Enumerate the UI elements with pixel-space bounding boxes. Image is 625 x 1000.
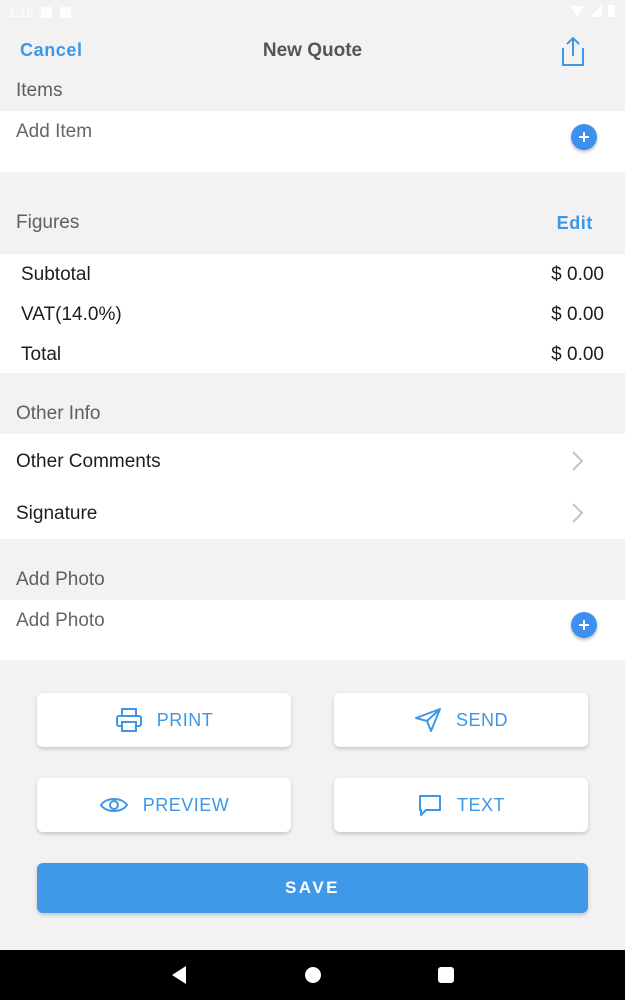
photo-panel: Add Photo <box>0 600 625 660</box>
other-info-header: Other Info <box>16 403 101 424</box>
items-panel: Add Item <box>0 111 625 172</box>
print-label: PRINT <box>156 709 214 730</box>
other-comments-label: Other Comments <box>16 451 161 472</box>
printer-icon <box>115 708 142 732</box>
wifi-icon <box>570 5 584 17</box>
share-icon[interactable] <box>557 34 589 68</box>
message-icon <box>418 795 441 816</box>
chevron-right-icon <box>572 503 584 523</box>
back-icon[interactable] <box>172 966 186 984</box>
total-value: $ 0.00 <box>551 344 604 365</box>
save-button[interactable]: SAVE <box>37 863 588 913</box>
status-time: 1:16 <box>8 5 34 20</box>
status-right <box>570 5 615 17</box>
figures-header: Figures <box>16 212 80 233</box>
add-photo-label[interactable]: Add Photo <box>16 610 105 632</box>
signature-label: Signature <box>16 503 98 524</box>
send-label: SEND <box>455 709 508 730</box>
print-button[interactable]: PRINT <box>37 693 291 747</box>
other-comments-row[interactable]: Other Comments <box>0 434 625 486</box>
storage-icon <box>60 7 72 18</box>
chevron-right-icon <box>572 451 584 471</box>
add-item-button[interactable] <box>571 124 597 150</box>
recents-icon[interactable] <box>438 967 454 983</box>
status-bar: 1:16 <box>0 0 625 26</box>
add-item-label[interactable]: Add Item <box>16 121 92 143</box>
total-label: Total <box>21 344 62 365</box>
system-nav-bar <box>0 950 625 1000</box>
top-nav: Cancel New Quote <box>0 26 625 76</box>
send-icon <box>414 708 441 732</box>
figures-panel: Subtotal $ 0.00 VAT(14.0%) $ 0.00 Total … <box>0 254 625 373</box>
preview-button[interactable]: PREVIEW <box>37 778 291 832</box>
items-header: Items <box>16 80 63 101</box>
home-icon[interactable] <box>305 967 321 983</box>
send-button[interactable]: SEND <box>334 693 588 747</box>
vat-label: VAT(14.0%) <box>21 304 122 325</box>
photo-header: Add Photo <box>16 569 105 590</box>
page-title: New Quote <box>262 40 363 61</box>
text-label: TEXT <box>456 794 505 815</box>
edit-figures-button[interactable]: Edit <box>557 213 593 234</box>
add-photo-button[interactable] <box>571 612 597 638</box>
preview-label: PREVIEW <box>142 794 230 815</box>
eye-icon <box>99 798 128 812</box>
text-button[interactable]: TEXT <box>334 778 588 832</box>
notification-icon <box>41 7 53 18</box>
other-info-panel: Other Comments Signature <box>0 434 625 539</box>
battery-icon <box>608 5 615 17</box>
subtotal-value: $ 0.00 <box>551 264 604 285</box>
vat-value: $ 0.00 <box>551 304 604 325</box>
status-left: 1:16 <box>8 5 72 20</box>
subtotal-label: Subtotal <box>21 264 91 285</box>
signature-row[interactable]: Signature <box>0 486 625 539</box>
signal-icon <box>590 5 602 17</box>
